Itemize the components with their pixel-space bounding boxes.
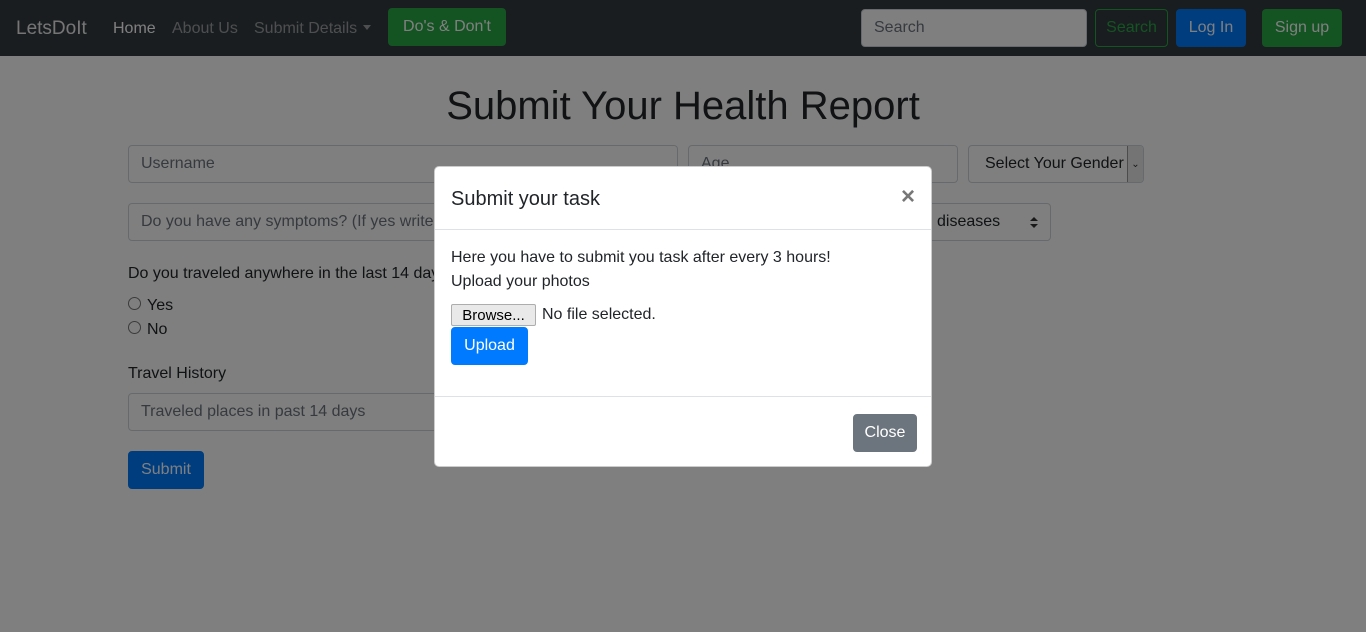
submit-task-modal: Submit your task × Here you have to subm…	[434, 166, 932, 467]
modal-instruction: Here you have to submit you task after e…	[451, 249, 831, 266]
upload-button[interactable]: Upload	[451, 327, 528, 365]
close-icon[interactable]: ×	[901, 185, 915, 209]
browse-button[interactable]: Browse...	[451, 304, 536, 326]
modal-footer-divider	[435, 396, 931, 397]
upload-photos-label: Upload your photos	[451, 273, 590, 290]
close-button[interactable]: Close	[853, 414, 917, 452]
modal-header: Submit your task ×	[435, 167, 931, 230]
file-status: No file selected.	[542, 306, 656, 323]
modal-title: Submit your task	[451, 188, 600, 210]
